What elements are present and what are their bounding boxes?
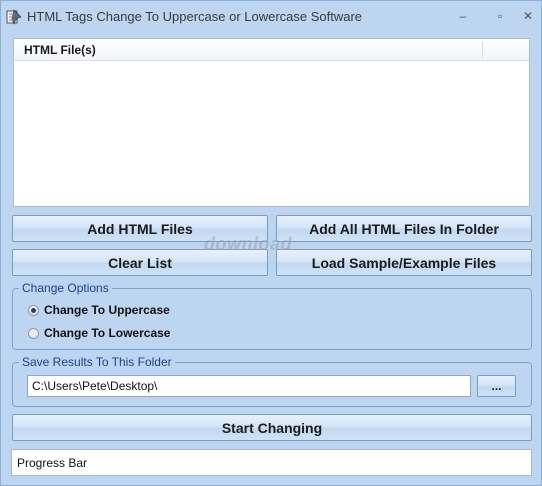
app-window: HTML Tags Change To Uppercase or Lowerca… (0, 0, 542, 486)
minimize-button[interactable]: – (452, 7, 474, 25)
clear-list-button[interactable]: Clear List (12, 249, 268, 276)
radio-button-lowercase[interactable] (28, 327, 39, 339)
add-html-files-button[interactable]: Add HTML Files (12, 215, 268, 242)
radio-label-lowercase: Change To Lowercase (44, 326, 171, 340)
radio-button-uppercase[interactable] (28, 304, 39, 316)
app-icon (6, 9, 22, 25)
column-header-html-files[interactable]: HTML File(s) (24, 43, 96, 57)
close-button[interactable]: ✕ (517, 7, 539, 25)
html-file-list[interactable]: HTML File(s) (13, 38, 530, 207)
window-title: HTML Tags Change To Uppercase or Lowerca… (27, 9, 363, 24)
radio-label-uppercase: Change To Uppercase (44, 303, 170, 317)
progress-bar-label: Progress Bar (17, 456, 88, 470)
add-all-html-files-in-folder-button[interactable]: Add All HTML Files In Folder (276, 215, 532, 242)
title-bar[interactable]: HTML Tags Change To Uppercase or Lowerca… (1, 1, 541, 32)
progress-bar: Progress Bar (11, 449, 532, 476)
save-folder-group: Save Results To This Folder ... (12, 355, 532, 407)
browse-folder-button[interactable]: ... (477, 375, 516, 397)
change-options-group: Change Options Change To Uppercase Chang… (12, 281, 532, 350)
radio-lowercase[interactable]: Change To Lowercase (28, 326, 170, 340)
start-changing-button[interactable]: Start Changing (12, 414, 532, 441)
save-folder-label: Save Results To This Folder (19, 355, 175, 369)
list-header: HTML File(s) (14, 39, 529, 61)
radio-uppercase[interactable]: Change To Uppercase (28, 303, 170, 317)
load-sample-files-button[interactable]: Load Sample/Example Files (276, 249, 532, 276)
column-divider[interactable] (482, 42, 483, 58)
save-folder-path-input[interactable] (27, 375, 471, 397)
change-options-label: Change Options (19, 281, 112, 295)
maximize-button[interactable]: ▫ (489, 7, 511, 25)
